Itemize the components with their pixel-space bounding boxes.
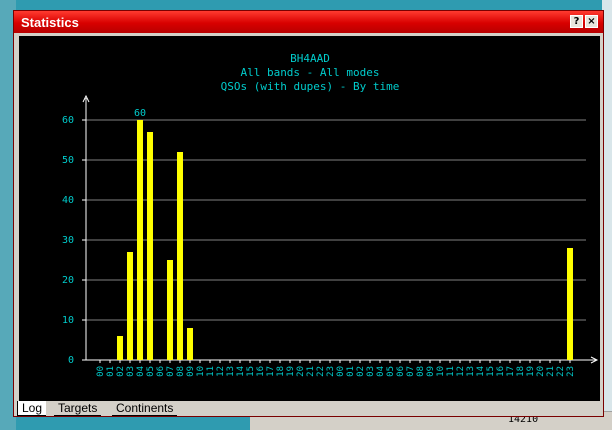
chart-area: BH4AAD All bands - All modes QSOs (with du… xyxy=(19,36,600,401)
x-tick-label: 15 xyxy=(486,366,496,377)
x-tick-label: 01 xyxy=(346,366,356,377)
x-tick-label: 21 xyxy=(306,366,316,377)
tab-continents-label: Continents xyxy=(116,401,174,415)
x-tick-label: 00 xyxy=(336,366,346,377)
chart-bar xyxy=(177,152,183,360)
y-tick-label: 60 xyxy=(62,115,74,126)
x-tick-label: 22 xyxy=(316,366,326,377)
chart-bar xyxy=(137,120,143,360)
chart-bar xyxy=(167,260,173,360)
y-tick-label: 10 xyxy=(62,315,74,326)
x-tick-label: 04 xyxy=(136,366,146,377)
x-tick-label: 02 xyxy=(356,366,366,377)
x-tick-label: 16 xyxy=(496,366,506,377)
x-tick-label: 12 xyxy=(216,366,226,377)
x-tick-label: 12 xyxy=(456,366,466,377)
x-tick-label: 09 xyxy=(426,366,436,377)
statistics-window: Statistics ? × BH4AAD All bands - All mod… xyxy=(13,10,604,417)
x-tick-label: 07 xyxy=(406,366,416,377)
x-tick-label: 23 xyxy=(566,366,576,377)
tab-log[interactable]: Log xyxy=(17,401,47,416)
close-icon: × xyxy=(587,16,596,27)
x-tick-label: 05 xyxy=(386,366,396,377)
tab-continents[interactable]: Continents xyxy=(112,401,178,416)
x-tick-label: 21 xyxy=(546,366,556,377)
x-tick-label: 08 xyxy=(416,366,426,377)
chart-subtitle-line: All bands - All modes xyxy=(240,66,379,79)
x-tick-label: 22 xyxy=(556,366,566,377)
chart-svg: BH4AADAll bands - All modesQSOs (with du… xyxy=(62,52,599,377)
chart-title: BH4AAD xyxy=(290,52,330,65)
y-tick-label: 40 xyxy=(62,195,74,206)
x-tick-label: 11 xyxy=(446,366,456,377)
x-tick-label: 13 xyxy=(466,366,476,377)
x-tick-label: 20 xyxy=(296,366,306,377)
x-tick-label: 10 xyxy=(196,366,206,377)
x-tick-label: 23 xyxy=(326,366,336,377)
title-bar[interactable]: Statistics ? × xyxy=(14,11,603,33)
bar-data-label: 60 xyxy=(134,108,146,119)
close-button[interactable]: × xyxy=(585,15,598,28)
tab-strip: Log Targets Continents xyxy=(17,401,600,417)
help-icon: ? xyxy=(573,16,580,27)
chart-bar xyxy=(187,328,193,360)
x-tick-label: 00 xyxy=(96,366,106,377)
chart-subtitle-line: QSOs (with dupes) - By time xyxy=(221,80,400,93)
x-tick-label: 19 xyxy=(526,366,536,377)
chart-bar xyxy=(567,248,573,360)
x-tick-label: 10 xyxy=(436,366,446,377)
x-tick-label: 19 xyxy=(286,366,296,377)
x-tick-label: 06 xyxy=(396,366,406,377)
x-tick-label: 20 xyxy=(536,366,546,377)
x-tick-label: 16 xyxy=(256,366,266,377)
x-tick-label: 07 xyxy=(166,366,176,377)
x-tick-label: 18 xyxy=(276,366,286,377)
chart-bar xyxy=(117,336,123,360)
x-tick-label: 04 xyxy=(376,366,386,377)
x-tick-label: 15 xyxy=(246,366,256,377)
x-tick-label: 03 xyxy=(366,366,376,377)
chart-bar xyxy=(127,252,133,360)
x-tick-label: 06 xyxy=(156,366,166,377)
help-button[interactable]: ? xyxy=(570,15,583,28)
y-tick-label: 30 xyxy=(62,235,74,246)
x-tick-label: 17 xyxy=(266,366,276,377)
chart-bar xyxy=(147,132,153,360)
y-tick-label: 0 xyxy=(68,355,74,366)
x-tick-label: 08 xyxy=(176,366,186,377)
x-tick-label: 13 xyxy=(226,366,236,377)
y-tick-label: 20 xyxy=(62,275,74,286)
tab-targets[interactable]: Targets xyxy=(54,401,102,416)
x-tick-label: 17 xyxy=(506,366,516,377)
x-tick-label: 11 xyxy=(206,366,216,377)
x-tick-label: 02 xyxy=(116,366,126,377)
x-tick-label: 05 xyxy=(146,366,156,377)
x-tick-label: 03 xyxy=(126,366,136,377)
x-tick-label: 14 xyxy=(476,366,486,377)
window-title: Statistics xyxy=(21,15,79,30)
tab-log-label: Log xyxy=(22,401,43,415)
x-tick-label: 01 xyxy=(106,366,116,377)
x-tick-label: 09 xyxy=(186,366,196,377)
x-tick-label: 14 xyxy=(236,366,246,377)
x-tick-label: 18 xyxy=(516,366,526,377)
tab-targets-label: Targets xyxy=(58,401,98,415)
y-tick-label: 50 xyxy=(62,155,74,166)
